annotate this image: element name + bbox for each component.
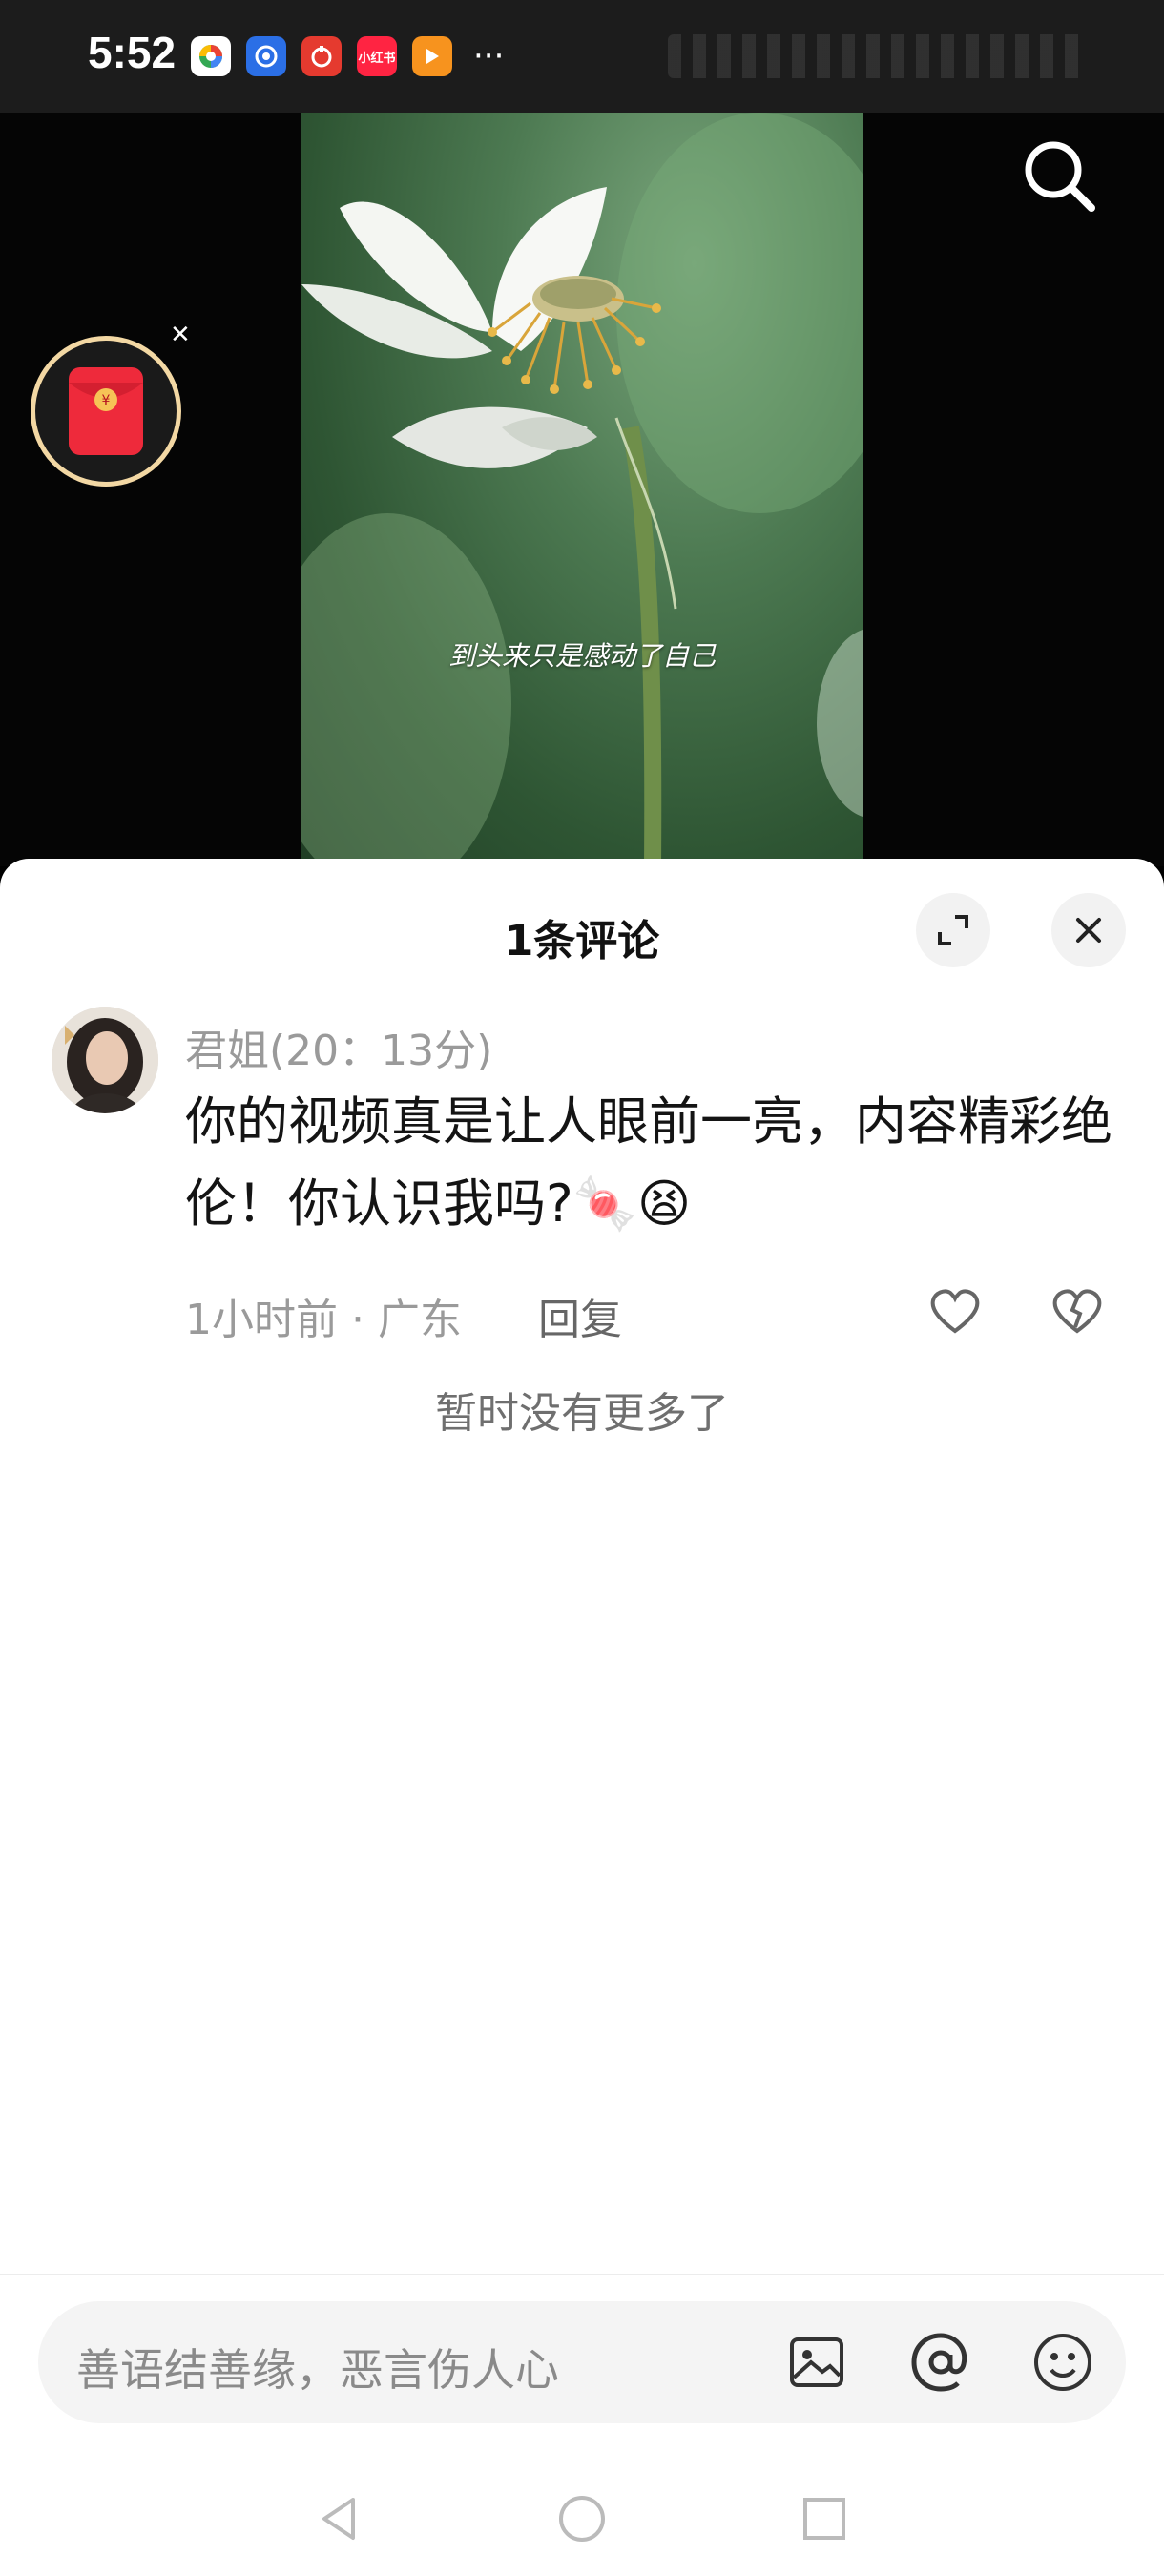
emoji-icon: [1034, 2334, 1091, 2391]
xiaohongshu-icon: 小红书: [357, 36, 397, 76]
comment-text: 你的视频真是让人眼前一亮，内容精彩绝伦！你认识我吗?🍬😫: [185, 1091, 1112, 1234]
heart-icon: [930, 1289, 980, 1334]
emoji-button[interactable]: [1030, 2330, 1095, 2395]
nav-recents-button[interactable]: [796, 2490, 853, 2547]
expand-icon: [938, 915, 968, 945]
comments-sheet: 1条评论 君姐(20：13分) 你的视频真是让人眼前一亮，内容精彩绝伦！你认识我…: [0, 859, 1164, 2576]
lotus-flower-image: [301, 187, 677, 866]
red-app-icon: [301, 36, 342, 76]
status-time: 5:52: [88, 28, 177, 77]
colorful-app-icon: [191, 36, 231, 76]
status-right-indicators: [668, 34, 1088, 78]
avatar[interactable]: [52, 1007, 158, 1113]
status-app-icons: 小红书 ···: [191, 36, 504, 76]
status-bar: 5:52 小红书 ···: [0, 0, 1164, 113]
search-button[interactable]: [1019, 135, 1099, 216]
recents-square-icon: [803, 2498, 845, 2540]
divider: [0, 2274, 1164, 2275]
orange-play-icon: [412, 36, 452, 76]
xiaohongshu-icon-label: 小红书: [358, 51, 396, 66]
back-triangle-icon: [322, 2498, 355, 2540]
system-navigation-bar: [0, 2462, 1164, 2576]
red-envelope-icon: ¥: [69, 367, 143, 455]
comment-input[interactable]: 善语结善缘，恶言伤人心: [38, 2301, 1126, 2423]
comment-input-placeholder[interactable]: 善语结善缘，恶言伤人心: [76, 2336, 559, 2399]
like-button[interactable]: [927, 1283, 983, 1339]
search-icon: [1025, 141, 1095, 212]
expand-button[interactable]: [916, 893, 990, 967]
red-packet-close-icon[interactable]: ✕: [170, 321, 191, 349]
svg-text:¥: ¥: [102, 393, 111, 408]
blue-app-icon: [246, 36, 286, 76]
video-caption: 到头来只是感动了自己: [447, 640, 716, 672]
reply-button[interactable]: 回复: [538, 1285, 622, 1346]
no-more-comments: 暂时没有更多了: [435, 1389, 729, 1438]
video-frame[interactable]: 到头来只是感动了自己: [301, 113, 863, 866]
image-icon: [790, 2337, 843, 2387]
dislike-button[interactable]: [1050, 1283, 1105, 1339]
comment-meta: 1小时前 · 广东: [185, 1296, 462, 1344]
insert-image-button[interactable]: [784, 2330, 849, 2395]
close-icon: [1076, 918, 1101, 943]
status-more-indicator: ···: [473, 37, 505, 75]
avatar-image: [52, 1007, 158, 1113]
red-packet-widget[interactable]: ¥: [31, 336, 181, 487]
video-player[interactable]: 到头来只是感动了自己: [0, 113, 1164, 866]
comment-author[interactable]: 君姐(20：13分): [185, 1016, 492, 1077]
home-circle-icon: [559, 2496, 605, 2542]
broken-heart-icon: [1052, 1289, 1102, 1334]
mention-button[interactable]: [908, 2330, 973, 2395]
at-icon: [911, 2333, 967, 2392]
nav-home-button[interactable]: [553, 2490, 611, 2547]
close-button[interactable]: [1051, 893, 1126, 967]
nav-back-button[interactable]: [311, 2490, 368, 2547]
